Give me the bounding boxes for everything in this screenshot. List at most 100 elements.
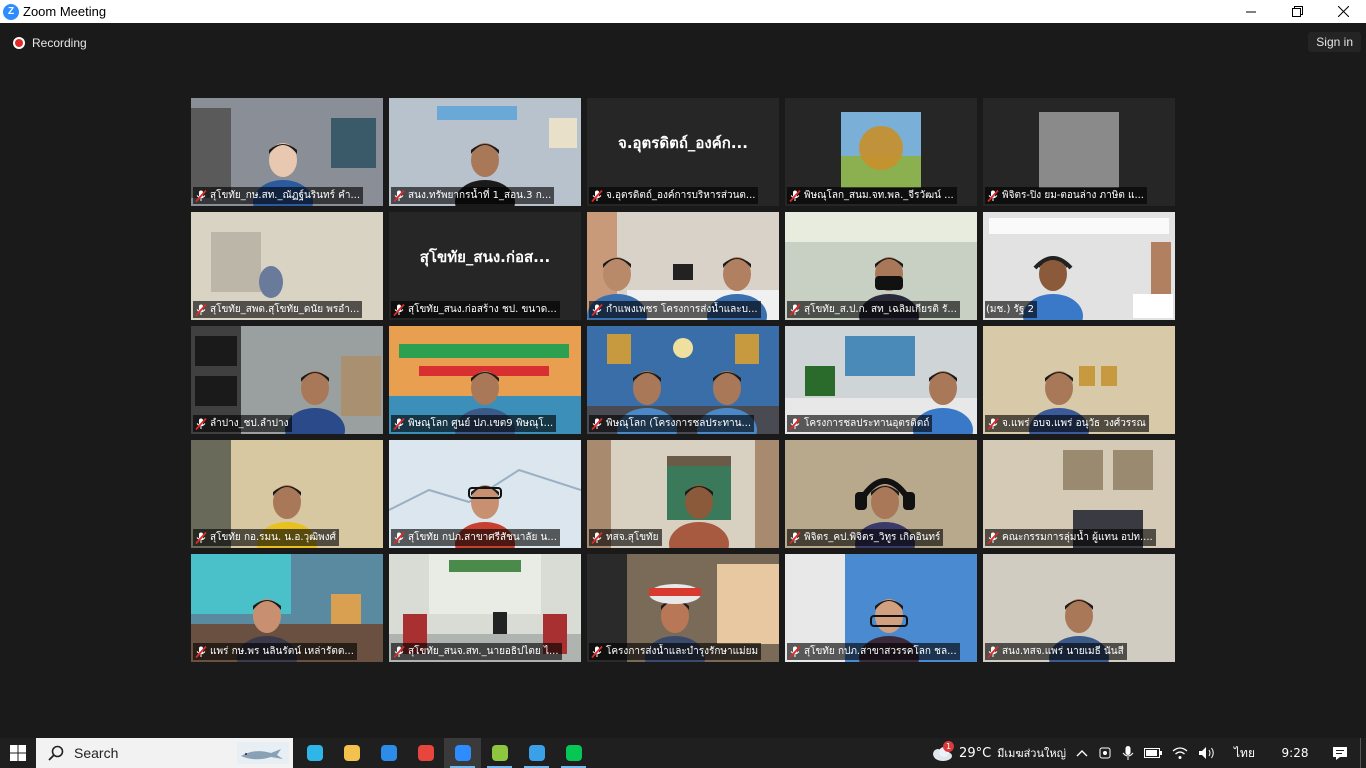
participant-name-label: สุโขทัย_กษ.สท._ณัฏฐ์นรินทร์ คำ... [193, 187, 363, 204]
action-center-button[interactable] [1320, 738, 1360, 768]
participant-name-label: แพร่ กษ.พร นลินรัตน์ เหล่ารัตต... [193, 643, 357, 660]
mic-muted-icon [987, 531, 999, 544]
taskbar-app-button[interactable] [444, 738, 481, 768]
participant-name: กำแพงเพชร โครงการส่งน้ำและบ... [606, 304, 758, 315]
participant-tile[interactable]: คณะกรรมการลุ่มน้ำ ผู้แทน อปท.... [983, 440, 1175, 548]
participant-name-label: พิษณุโลก (โครงการชลประทาน... [589, 415, 755, 432]
mic-muted-icon [591, 417, 603, 430]
close-button[interactable] [1320, 0, 1366, 23]
mic-muted-icon [393, 645, 405, 658]
speaker-icon [1199, 747, 1214, 759]
tray-app-button[interactable] [1093, 738, 1117, 768]
mic-muted-icon [195, 189, 207, 202]
participant-name-label: สุโขทัย_สนง.ก่อสร้าง ชป. ขนาด... [391, 301, 560, 318]
mic-muted-icon [987, 417, 999, 430]
participant-name: พิษณุโลก (โครงการชลประทาน... [606, 418, 752, 429]
weather-badge: 1 [943, 741, 955, 752]
participant-name: สนง.ทสจ.แพร่ นายเมธี นันสี [1002, 646, 1124, 657]
participant-tile[interactable]: แพร่ กษ.พร นลินรัตน์ เหล่ารัตต... [191, 554, 383, 662]
microphone-tray-button[interactable] [1117, 738, 1139, 768]
taskbar-app-button[interactable] [555, 738, 592, 768]
participant-tile[interactable]: โครงการชลประทานอุตรดิตถ์ [785, 326, 977, 434]
participant-name-label: พิษณุโลก ศูนย์ ปภ.เขต9 พิษณุโ... [391, 415, 557, 432]
participant-name-label: พิจิตร-ปิง ยม-ตอนล่าง ภาษิต แ... [985, 187, 1147, 204]
taskbar-app-button[interactable] [518, 738, 555, 768]
participant-tile[interactable]: พิษณุโลก (โครงการชลประทาน... [587, 326, 779, 434]
participant-name-label: สุโขทัย กปภ.สาขาสวรรคโลก ชล... [787, 643, 960, 660]
show-desktop-button[interactable] [1360, 738, 1366, 768]
participant-tile[interactable]: (มช.) รัฐ 2 [983, 212, 1175, 320]
participant-tile[interactable]: ลำปาง_ชป.ลำปาง [191, 326, 383, 434]
participant-tile[interactable]: สนง.ทรัพยากรน้ำที่ 1_สอน.3 ก... [389, 98, 581, 206]
participant-tile[interactable]: พิจิตร_คป.พิจิตร_วิทูร เกิดอินทร์ [785, 440, 977, 548]
participant-tile[interactable]: สุโขทัย_สนง.ก่อส... สุโขทัย_สนง.ก่อสร้าง … [389, 212, 581, 320]
participant-name-label: กำแพงเพชร โครงการส่งน้ำและบ... [589, 301, 761, 318]
taskbar-app-button[interactable] [296, 738, 333, 768]
participant-tile[interactable]: โครงการส่งน้ำและบำรุงรักษาแม่ยม [587, 554, 779, 662]
battery-button[interactable] [1139, 738, 1167, 768]
search-icon [48, 745, 64, 761]
participant-tile[interactable]: จ.แพร่ อบจ.แพร่ อนุวัธ วงศ์วรรณ [983, 326, 1175, 434]
windows-logo-icon [10, 745, 26, 761]
participant-tile[interactable]: สุโขทัย_สนจ.สท._นายอธิปไตย ไ... [389, 554, 581, 662]
taskbar-apps [296, 738, 592, 768]
participant-tile[interactable]: จ.อุตรดิตถ์_องค์ก... จ.อุตรดิตถ์_องค์การบ… [587, 98, 779, 206]
volume-button[interactable] [1193, 738, 1221, 768]
weather-widget[interactable]: 1 29°C มีเมฆส่วนใหญ่ [924, 738, 1071, 768]
taskbar-app-button[interactable] [370, 738, 407, 768]
participant-name-label: โครงการชลประทานอุตรดิตถ์ [787, 415, 933, 432]
restore-button[interactable] [1274, 0, 1320, 23]
mic-muted-icon [591, 531, 603, 544]
wifi-button[interactable] [1167, 738, 1193, 768]
show-hidden-icons-button[interactable] [1071, 738, 1093, 768]
sign-in-button[interactable]: Sign in [1308, 32, 1361, 52]
window-title: Zoom Meeting [23, 4, 107, 19]
clock[interactable]: 9:28 [1270, 738, 1320, 768]
taskbar-app-button[interactable] [481, 738, 518, 768]
mic-muted-icon [393, 417, 405, 430]
microphone-icon [1122, 746, 1134, 760]
participant-tile[interactable]: พิษณุโลก ศูนย์ ปภ.เขต9 พิษณุโ... [389, 326, 581, 434]
qgis-icon [491, 745, 508, 761]
mic-muted-icon [393, 189, 405, 202]
participant-name-label: คณะกรรมการลุ่มน้ำ ผู้แทน อปท.... [985, 529, 1156, 546]
camera-tray-icon [1099, 747, 1111, 759]
participant-name-label: ลำปาง_ชป.ลำปาง [193, 415, 292, 432]
participant-name: สุโขทัย_กษ.สท._ณัฏฐ์นรินทร์ คำ... [210, 190, 360, 201]
mic-muted-icon [195, 417, 207, 430]
start-button[interactable] [0, 738, 36, 768]
close-icon [1337, 6, 1349, 17]
participant-tile[interactable]: พิจิตร-ปิง ยม-ตอนล่าง ภาษิต แ... [983, 98, 1175, 206]
participant-tile[interactable]: สนง.ทสจ.แพร่ นายเมธี นันสี [983, 554, 1175, 662]
participant-tile[interactable]: กำแพงเพชร โครงการส่งน้ำและบ... [587, 212, 779, 320]
participant-name: สุโขทัย กอ.รมน. น.อ.วุฒิพงศ์ [210, 532, 337, 543]
taskbar-app-button[interactable] [407, 738, 444, 768]
participant-tile[interactable]: ทสจ.สุโขทัย [587, 440, 779, 548]
zoom-icon [454, 745, 471, 761]
mic-muted-icon [195, 531, 207, 544]
participant-name-label: ทสจ.สุโขทัย [589, 529, 662, 546]
participant-tile[interactable]: สุโขทัย_ส.ป.ก. สท_เฉลิมเกียรติ รั... [785, 212, 977, 320]
taskbar-app-button[interactable] [333, 738, 370, 768]
participant-tile[interactable]: สุโขทัย_สพด.สุโขทัย_ดนัย พรอำ... [191, 212, 383, 320]
participant-name-label: สุโขทัย กปภ.สาขาศรีสัชนาลัย น... [391, 529, 560, 546]
zoom-logo-icon: Z [3, 3, 19, 20]
participant-name-label: จ.แพร่ อบจ.แพร่ อนุวัธ วงศ์วรรณ [985, 415, 1149, 432]
wifi-icon [1172, 747, 1188, 759]
participant-tile[interactable]: สุโขทัย_กษ.สท._ณัฏฐ์นรินทร์ คำ... [191, 98, 383, 206]
chevron-up-icon [1076, 750, 1088, 757]
participant-tile[interactable]: พิษณุโลก_สนม.จท.พล._จีรวัฒน์ ... [785, 98, 977, 206]
mic-muted-icon [987, 645, 999, 658]
participant-tile[interactable]: สุโขทัย กปภ.สาขาศรีสัชนาลัย น... [389, 440, 581, 548]
input-language-button[interactable]: ไทย [1229, 738, 1260, 768]
mic-muted-icon [789, 189, 801, 202]
participant-tile[interactable]: สุโขทัย กอ.รมน. น.อ.วุฒิพงศ์ [191, 440, 383, 548]
mic-muted-icon [789, 531, 801, 544]
windows-taskbar: Search 1 29°C มีเมฆส่วนใหญ่ ไทย 9:28 [0, 738, 1366, 768]
minimize-button[interactable] [1228, 0, 1274, 23]
mic-muted-icon [987, 189, 999, 202]
taskbar-search-box[interactable]: Search [36, 738, 293, 768]
participant-name: สุโขทัย_สพด.สุโขทัย_ดนัย พรอำ... [210, 304, 360, 315]
participant-tile[interactable]: สุโขทัย กปภ.สาขาสวรรคโลก ชล... [785, 554, 977, 662]
recording-indicator[interactable]: Recording [13, 36, 87, 50]
